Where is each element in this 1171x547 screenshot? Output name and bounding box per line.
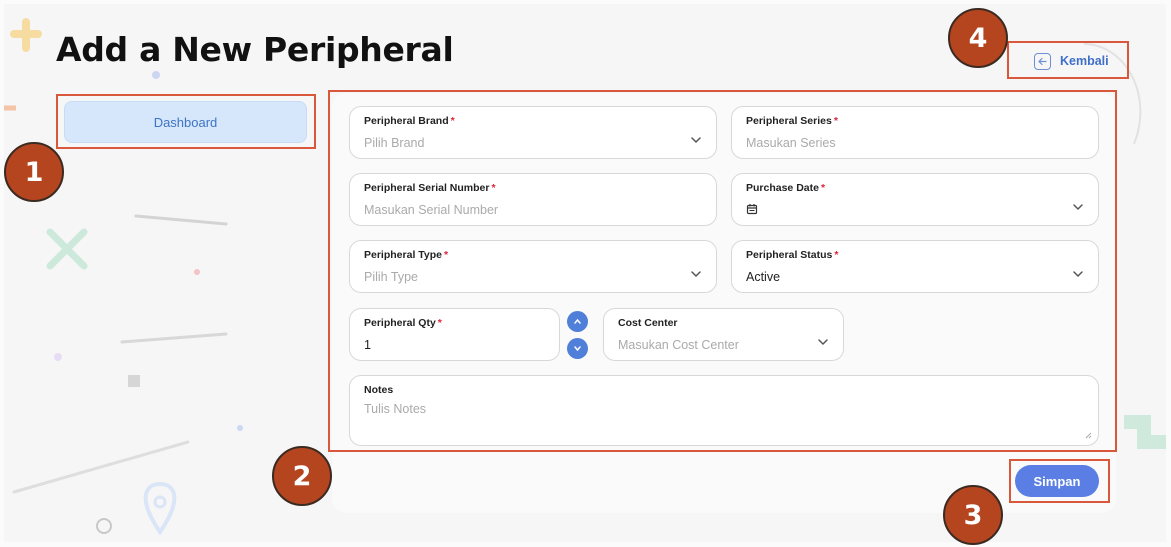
required-mark: *	[437, 317, 442, 329]
calendar-icon	[746, 204, 758, 215]
qty-label: Peripheral Qty *	[364, 317, 442, 329]
serial-number-placeholder: Masukan Serial Number	[364, 203, 499, 217]
required-mark: *	[834, 249, 839, 261]
sidebar-item-label: Dashboard	[153, 114, 218, 130]
qty-value: 1	[364, 338, 371, 352]
type-label: Peripheral Type *	[364, 249, 449, 261]
chevron-down-icon	[574, 346, 581, 352]
status-label: Peripheral Status *	[746, 249, 839, 261]
notes-placeholder: Tulis Notes	[364, 402, 427, 416]
annotation-marker-2: 2	[272, 446, 332, 506]
notes-label: Notes	[364, 384, 394, 396]
brand-select[interactable]: Peripheral Brand * Pilih Brand	[349, 106, 717, 159]
resize-grip-icon[interactable]	[1084, 431, 1092, 439]
series-input[interactable]: Peripheral Series * Masukan Series	[731, 106, 1099, 159]
serial-number-input[interactable]: Peripheral Serial Number * Masukan Serial…	[349, 173, 717, 226]
cost-center-label: Cost Center	[618, 317, 678, 329]
chevron-down-icon	[1073, 271, 1083, 278]
back-button[interactable]: Kembali	[1031, 48, 1119, 74]
save-button[interactable]: Simpan	[1015, 465, 1099, 497]
page-title: Add a New Peripheral	[56, 30, 454, 69]
series-label: Peripheral Series *	[746, 115, 838, 127]
chevron-down-icon	[818, 339, 828, 346]
sidebar-item-dashboard[interactable]: Dashboard	[64, 101, 307, 143]
arrow-left-icon	[1034, 52, 1051, 70]
status-value: Active	[746, 270, 781, 284]
notes-textarea[interactable]: Notes Tulis Notes	[349, 375, 1099, 446]
type-placeholder: Pilih Type	[364, 270, 418, 284]
qty-decrement-button[interactable]	[567, 338, 588, 359]
required-mark: *	[444, 249, 449, 261]
chevron-down-icon	[1073, 204, 1083, 211]
required-mark: *	[833, 115, 838, 127]
annotation-marker-3: 3	[943, 485, 1003, 545]
required-mark: *	[491, 182, 496, 194]
brand-placeholder: Pilih Brand	[364, 136, 425, 150]
annotation-marker-4: 4	[948, 8, 1008, 68]
serial-number-label: Peripheral Serial Number *	[364, 182, 496, 194]
series-placeholder: Masukan Series	[746, 136, 836, 150]
type-select[interactable]: Peripheral Type * Pilih Type	[349, 240, 717, 293]
qty-increment-button[interactable]	[567, 311, 588, 332]
annotation-marker-1: 1	[4, 142, 64, 202]
required-mark: *	[820, 182, 826, 194]
required-mark: *	[450, 115, 455, 127]
status-select[interactable]: Peripheral Status * Active	[731, 240, 1099, 293]
qty-input[interactable]: Peripheral Qty * 1	[349, 308, 560, 361]
purchase-date-picker[interactable]: Purchase Date *	[731, 173, 1099, 226]
back-button-label: Kembali	[1060, 54, 1109, 68]
cost-center-placeholder: Masukan Cost Center	[618, 338, 739, 352]
brand-label: Peripheral Brand *	[364, 115, 455, 127]
chevron-up-icon	[574, 318, 581, 324]
chevron-down-icon	[691, 137, 701, 144]
purchase-date-label: Purchase Date *	[746, 182, 826, 194]
chevron-down-icon	[691, 271, 701, 278]
cost-center-select[interactable]: Cost Center Masukan Cost Center	[603, 308, 844, 361]
